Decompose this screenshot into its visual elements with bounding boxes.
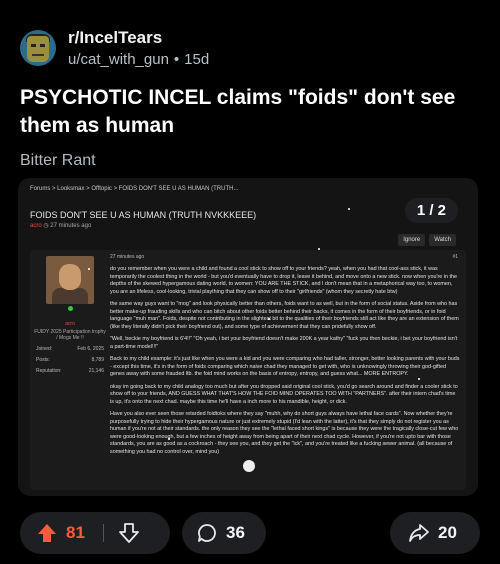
post-meta: r/IncelTears u/cat_with_gun • 15d [68,28,209,68]
sparkle-dot [88,268,90,270]
sparkle-dot [268,318,270,320]
sparkle-dot [318,248,320,250]
share-button[interactable]: 20 [390,512,480,554]
vote-divider [102,524,104,542]
upvote-arrow-icon[interactable] [36,522,58,544]
upvote-count: 81 [66,523,85,542]
sparkle-dot [418,378,420,380]
forum-thread-time: 27 minutes ago [50,223,92,229]
clock-icon: ◷ [43,223,49,229]
share-count: 20 [438,523,457,542]
post-action-bar: 81 36 20 [20,512,480,556]
comment-bubble-icon [196,522,218,544]
post-title: PSYCHOTIC INCEL claims "foids" don't see… [20,86,456,137]
forum-watch-button: Watch [429,234,456,246]
post-age: 15d [184,51,210,68]
forum-user-stat: Reputation: 21,146 [36,368,104,374]
forum-thread-author: acro [30,223,42,229]
image-gallery[interactable]: Forums > Looksmax > Offtopic > FOIDS DON… [18,178,478,496]
forum-post-body: do you remember when you were a child an… [110,266,460,461]
forum-user-column: acro FUIDY 2025 Participation trophy / M… [34,252,106,374]
sparkle-dot [168,438,170,440]
forum-user-avatar [46,256,94,304]
comment-count: 36 [226,523,245,542]
post-header: r/IncelTears u/cat_with_gun • 15d [20,24,209,72]
subreddit-avatar[interactable] [20,30,56,66]
forum-post-card: acro FUIDY 2025 Participation trophy / M… [30,250,466,490]
forum-thread-title: FOIDS DON'T SEE U AS HUMAN (TRUTH NVKKKE… [30,210,257,220]
forum-post-time: 27 minutes ago [110,254,145,260]
forum-paragraph: Have you also ever seen those retarded f… [110,411,459,455]
forum-thread-buttons: Ignore Watch [398,234,456,246]
forum-ignore-button: Ignore [398,234,426,246]
forum-user-stat: Joined: Feb 6, 2025 [36,346,104,352]
comments-button[interactable]: 36 [182,512,266,554]
forum-breadcrumb: Forums > Looksmax > Offtopic > FOIDS DON… [30,186,239,192]
forum-paragraph: the same way guys want to "mog" and look… [110,301,459,330]
gallery-counter: 1 / 2 [404,198,458,223]
sparkle-dot [348,208,350,210]
downvote-arrow-icon[interactable] [118,522,140,544]
author-line: u/cat_with_gun • 15d [68,51,209,68]
subreddit-name[interactable]: r/IncelTears [68,28,209,48]
author-username[interactable]: u/cat_with_gun [68,51,169,68]
separator-dot: • [173,51,180,68]
media-indicator-dot [243,460,255,472]
forum-paragraph: Back to my child example: it's just like… [110,356,460,377]
online-status-icon [67,306,73,311]
forum-post-number: #1 [452,254,458,260]
forum-paragraph: okay im going back to my child analogy t… [110,383,458,405]
forum-paragraph: do you remember when you were a child an… [110,266,457,295]
share-arrow-icon [408,522,430,544]
post-flair[interactable]: Bitter Rant [20,152,96,170]
forum-paragraph: "Well, beckie my boyfriend is 6'4!!" "Oh… [110,336,458,350]
forum-thread-meta: acro ◷ 27 minutes ago [30,222,91,229]
vote-control: 81 [20,512,170,554]
forum-user-title: FUIDY 2025 Participation trophy / Mogs M… [34,329,106,341]
forum-user-name: acro [65,321,75,327]
forum-user-stat: Posts: 8,789 [36,357,104,363]
